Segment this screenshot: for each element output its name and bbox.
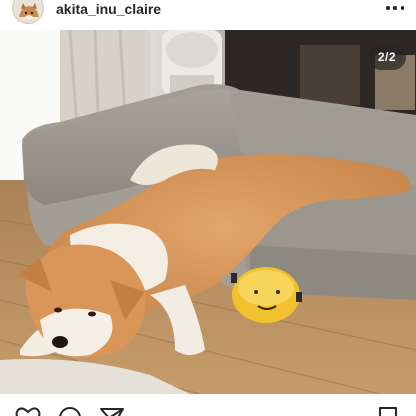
avatar-dog-image — [13, 0, 43, 23]
bookmark-icon[interactable] — [374, 404, 402, 416]
heart-icon[interactable] — [14, 404, 42, 416]
username[interactable]: akita_inu_claire — [56, 1, 161, 17]
more-dot — [393, 6, 397, 10]
avatar[interactable] — [12, 0, 44, 24]
more-horizontal-icon[interactable] — [384, 2, 406, 14]
post-image[interactable]: 2/2 — [0, 30, 416, 394]
paper-plane-icon[interactable] — [98, 404, 126, 416]
more-dot — [400, 6, 404, 10]
image-counter-badge: 2/2 — [367, 44, 406, 70]
comment-bubble-icon[interactable] — [56, 404, 84, 416]
post-header: akita_inu_claire — [0, 0, 416, 30]
dog-photo — [0, 30, 416, 394]
more-dot — [386, 6, 390, 10]
post-actions-bar — [0, 394, 416, 416]
